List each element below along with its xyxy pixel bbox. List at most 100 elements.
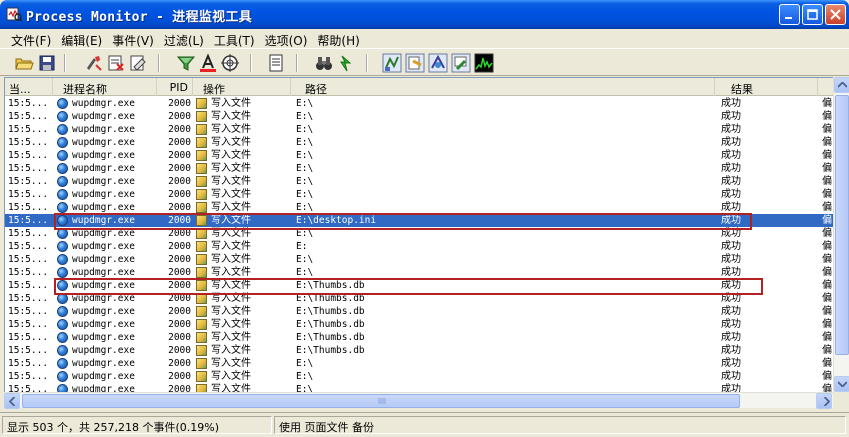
clear-button[interactable] [128, 53, 148, 73]
vertical-scrollbar[interactable] [833, 77, 849, 392]
show-profiling-button[interactable] [474, 53, 494, 73]
properties-button[interactable] [266, 53, 286, 73]
table-row[interactable]: 15:5... wupdmgr.exe 2000 写入文件 E:\ 成功偏 [5, 149, 836, 162]
scroll-grip-icon [378, 398, 386, 404]
show-network-button[interactable] [428, 53, 448, 73]
minimize-icon [785, 17, 792, 19]
table-row[interactable]: 15:5... wupdmgr.exe 2000 写入文件 E:\ 成功偏 [5, 162, 836, 175]
table-row[interactable]: 15:5... wupdmgr.exe 2000 写入文件 E:\ 成功偏 [5, 357, 836, 370]
vertical-scroll-thumb[interactable] [835, 95, 849, 355]
cell-result: 成功 [721, 345, 741, 356]
table-row[interactable]: 15:5... wupdmgr.exe 2000 写入文件 E:\Thumbs.db 成功… [5, 318, 836, 331]
event-list[interactable]: 当... 进程名称 PID 操作 路径 结果 15:5... wupdmgr.ex… [4, 77, 837, 408]
cell-result: 成功 [721, 319, 741, 330]
cell-process-name: wupdmgr.exe [72, 98, 135, 109]
cell-process-name: wupdmgr.exe [72, 293, 135, 304]
cell-time: 15:5... [8, 241, 49, 252]
menu-tools[interactable]: 工具(T) [209, 29, 260, 48]
table-row[interactable]: 15:5... wupdmgr.exe 2000 写入文件 E:\Thumbs.db 成功… [5, 331, 836, 344]
save-button[interactable] [37, 53, 57, 73]
menu-file[interactable]: 文件(F) [6, 29, 56, 48]
column-header: 当... 进程名称 PID 操作 路径 结果 [5, 78, 836, 96]
cell-path: E:\ [296, 228, 314, 239]
table-row[interactable]: 15:5... wupdmgr.exe 2000 写入文件 E:\Thumbs.db 成功… [5, 344, 836, 357]
autoscroll-button[interactable] [106, 53, 126, 73]
column-pid[interactable]: PID [157, 78, 193, 96]
table-row[interactable]: 15:5... wupdmgr.exe 2000 写入文件 E:\ 成功偏 [5, 97, 836, 110]
cell-operation: 写入文件 [211, 293, 251, 304]
menu-edit[interactable]: 编辑(E) [56, 29, 107, 48]
menu-event[interactable]: 事件(V) [107, 29, 159, 48]
show-process-button[interactable] [451, 53, 471, 73]
maximize-button[interactable] [802, 4, 823, 25]
menu-bar: 文件(F) 编辑(E) 事件(V) 过滤(L) 工具(T) 选项(O) 帮助(H… [0, 29, 849, 48]
table-row[interactable]: 15:5... wupdmgr.exe 2000 写入文件 E:\ 成功偏 [5, 136, 836, 149]
target-button[interactable] [220, 53, 240, 73]
title-bar[interactable]: Process Monitor - 进程监视工具 [0, 0, 849, 29]
column-process-name[interactable]: 进程名称 [53, 78, 157, 96]
cell-path: E:\Thumbs.db [296, 280, 365, 291]
arrow-down-icon [838, 381, 847, 387]
table-row[interactable]: 15:5... wupdmgr.exe 2000 写入文件 E:\ 成功偏 [5, 266, 836, 279]
jump-button[interactable] [336, 53, 356, 73]
table-row[interactable]: 15:5... wupdmgr.exe 2000 写入文件 E:\ 成功偏 [5, 110, 836, 123]
horizontal-scrollbar[interactable] [4, 392, 833, 409]
menu-options[interactable]: 选项(O) [260, 29, 313, 48]
file-operation-icon [196, 202, 207, 213]
column-path[interactable]: 路径 [291, 78, 715, 96]
file-operation-icon [196, 98, 207, 109]
find-button[interactable] [314, 53, 334, 73]
table-row[interactable]: 15:5... wupdmgr.exe 2000 写入文件 E:\Thumbs.db 成功… [5, 279, 836, 292]
cell-time: 15:5... [8, 137, 49, 148]
show-registry-button[interactable] [382, 53, 402, 73]
file-operation-icon [196, 319, 207, 330]
table-row[interactable]: 15:5... wupdmgr.exe 2000 写入文件 E:\ 成功偏 [5, 370, 836, 383]
table-row[interactable]: 15:5... wupdmgr.exe 2000 写入文件 E:\Thumbs.db 成功… [5, 292, 836, 305]
capture-button[interactable] [84, 53, 104, 73]
cell-operation: 写入文件 [211, 189, 251, 200]
cell-path: E:\ [296, 254, 314, 265]
process-icon [57, 163, 68, 174]
highlight-button[interactable] [198, 53, 218, 73]
filter-button[interactable] [176, 53, 196, 73]
toolbar-separator [158, 54, 160, 72]
process-icon [57, 345, 68, 356]
table-row[interactable]: 15:5... wupdmgr.exe 2000 写入文件 E:\ 成功偏 [5, 253, 836, 266]
cell-path: E:\ [296, 267, 314, 278]
scroll-corner [833, 392, 849, 408]
scroll-down-button[interactable] [834, 376, 849, 392]
cell-pid: 2000 [168, 176, 191, 187]
cell-process-name: wupdmgr.exe [72, 332, 135, 343]
file-operation-icon [196, 215, 207, 226]
column-operation[interactable]: 操作 [193, 78, 291, 96]
cell-pid: 2000 [168, 345, 191, 356]
table-row[interactable]: 15:5... wupdmgr.exe 2000 写入文件 E:\ 成功偏 [5, 227, 836, 240]
scroll-up-button[interactable] [834, 77, 849, 93]
column-result[interactable]: 结果 [715, 78, 818, 96]
cell-process-name: wupdmgr.exe [72, 254, 135, 265]
menu-filter[interactable]: 过滤(L) [159, 29, 209, 48]
table-row[interactable]: 15:5... wupdmgr.exe 2000 写入文件 E:\ 成功偏 [5, 188, 836, 201]
open-button[interactable] [14, 53, 34, 73]
horizontal-scroll-thumb[interactable] [22, 394, 740, 408]
cell-time: 15:5... [8, 267, 49, 278]
cell-result: 成功 [721, 254, 741, 265]
cell-operation: 写入文件 [211, 228, 251, 239]
table-row[interactable]: 15:5... wupdmgr.exe 2000 写入文件 E:\ 成功偏 [5, 123, 836, 136]
cell-time: 15:5... [8, 124, 49, 135]
table-row[interactable]: 15:5... wupdmgr.exe 2000 写入文件 E:\Thumbs.db 成功… [5, 305, 836, 318]
table-row[interactable]: 15:5... wupdmgr.exe 2000 写入文件 E:\ 成功偏 [5, 201, 836, 214]
menu-help[interactable]: 帮助(H) [312, 29, 364, 48]
scroll-left-button[interactable] [4, 393, 20, 409]
scroll-right-button[interactable] [816, 393, 832, 409]
table-row[interactable]: 15:5... wupdmgr.exe 2000 写入文件 E:\ 成功偏 [5, 175, 836, 188]
table-row[interactable]: 15:5... wupdmgr.exe 2000 写入文件 E:\desktop.ini… [5, 214, 836, 227]
show-filesystem-button[interactable] [405, 53, 425, 73]
column-time[interactable]: 当... [5, 78, 53, 96]
cell-pid: 2000 [168, 189, 191, 200]
minimize-button[interactable] [779, 4, 800, 25]
cell-pid: 2000 [168, 228, 191, 239]
close-button[interactable] [825, 4, 846, 25]
arrow-up-icon [838, 82, 847, 88]
table-row[interactable]: 15:5... wupdmgr.exe 2000 写入文件 E: 成功偏 [5, 240, 836, 253]
